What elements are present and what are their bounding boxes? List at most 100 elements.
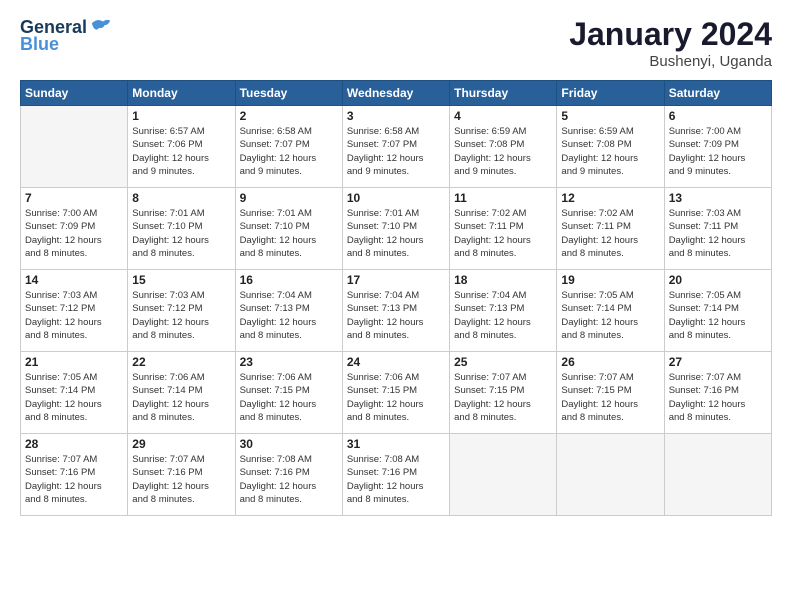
table-row: 24 Sunrise: 7:06 AMSunset: 7:15 PMDayligh… bbox=[342, 352, 449, 434]
day-info: Sunrise: 7:00 AMSunset: 7:09 PMDaylight:… bbox=[25, 207, 123, 260]
day-info: Sunrise: 7:04 AMSunset: 7:13 PMDaylight:… bbox=[240, 289, 338, 342]
table-row: 9Sunrise: 7:01 AMSunset: 7:10 PMDaylight… bbox=[235, 188, 342, 270]
table-row: 13Sunrise: 7:03 AMSunset: 7:11 PMDayligh… bbox=[664, 188, 771, 270]
table-row: 6 Sunrise: 7:00 AMSunset: 7:09 PMDaylight… bbox=[664, 106, 771, 188]
table-row: 31 Sunrise: 7:08 AMSunset: 7:16 PMDayligh… bbox=[342, 434, 449, 516]
day-number: 21 bbox=[25, 355, 123, 369]
col-friday: Friday bbox=[557, 81, 664, 106]
day-info: Sunrise: 7:08 AMSunset: 7:16 PMDaylight:… bbox=[347, 453, 445, 506]
day-info: Sunrise: 7:07 AMSunset: 7:16 PMDaylight:… bbox=[25, 453, 123, 506]
day-number: 2 bbox=[240, 109, 338, 123]
day-number: 3 bbox=[347, 109, 445, 123]
calendar-table: Sunday Monday Tuesday Wednesday Thursday… bbox=[20, 80, 772, 516]
day-number: 30 bbox=[240, 437, 338, 451]
table-row: 15 Sunrise: 7:03 AMSunset: 7:12 PMDayligh… bbox=[128, 270, 235, 352]
day-number: 20 bbox=[669, 273, 767, 287]
day-number: 4 bbox=[454, 109, 552, 123]
day-info: Sunrise: 7:03 AMSunset: 7:12 PMDaylight:… bbox=[25, 289, 123, 342]
table-row: 12 Sunrise: 7:02 AMSunset: 7:11 PMDayligh… bbox=[557, 188, 664, 270]
day-info: Sunrise: 6:58 AMSunset: 7:07 PMDaylight:… bbox=[240, 125, 338, 178]
table-row: 16 Sunrise: 7:04 AMSunset: 7:13 PMDayligh… bbox=[235, 270, 342, 352]
table-row: 25 Sunrise: 7:07 AMSunset: 7:15 PMDayligh… bbox=[450, 352, 557, 434]
day-info: Sunrise: 7:08 AMSunset: 7:16 PMDaylight:… bbox=[240, 453, 338, 506]
title-month: January 2024 bbox=[569, 16, 772, 53]
day-info: Sunrise: 7:02 AMSunset: 7:11 PMDaylight:… bbox=[561, 207, 659, 260]
day-number: 1 bbox=[132, 109, 230, 123]
day-info: Sunrise: 7:07 AMSunset: 7:15 PMDaylight:… bbox=[561, 371, 659, 424]
day-number: 16 bbox=[240, 273, 338, 287]
day-info: Sunrise: 7:02 AMSunset: 7:11 PMDaylight:… bbox=[454, 207, 552, 260]
day-info: Sunrise: 7:07 AMSunset: 7:15 PMDaylight:… bbox=[454, 371, 552, 424]
title-block: January 2024 Bushenyi, Uganda bbox=[569, 16, 772, 70]
table-row: 4 Sunrise: 6:59 AMSunset: 7:08 PMDaylight… bbox=[450, 106, 557, 188]
col-wednesday: Wednesday bbox=[342, 81, 449, 106]
title-location: Bushenyi, Uganda bbox=[569, 53, 772, 70]
table-row: 19Sunrise: 7:05 AMSunset: 7:14 PMDayligh… bbox=[557, 270, 664, 352]
col-saturday: Saturday bbox=[664, 81, 771, 106]
header: General Blue January 2024 Bushenyi, Ugan… bbox=[20, 16, 772, 70]
day-number: 8 bbox=[132, 191, 230, 205]
day-number: 27 bbox=[669, 355, 767, 369]
day-info: Sunrise: 6:57 AMSunset: 7:06 PMDaylight:… bbox=[132, 125, 230, 178]
table-row: 14 Sunrise: 7:03 AMSunset: 7:12 PMDayligh… bbox=[21, 270, 128, 352]
logo-blue-text: Blue bbox=[20, 34, 59, 55]
table-row: 26 Sunrise: 7:07 AMSunset: 7:15 PMDayligh… bbox=[557, 352, 664, 434]
day-number: 15 bbox=[132, 273, 230, 287]
col-thursday: Thursday bbox=[450, 81, 557, 106]
day-number: 12 bbox=[561, 191, 659, 205]
table-row bbox=[557, 434, 664, 516]
table-row: 5Sunrise: 6:59 AMSunset: 7:08 PMDaylight… bbox=[557, 106, 664, 188]
day-info: Sunrise: 6:59 AMSunset: 7:08 PMDaylight:… bbox=[561, 125, 659, 178]
table-row: 27 Sunrise: 7:07 AMSunset: 7:16 PMDayligh… bbox=[664, 352, 771, 434]
day-info: Sunrise: 7:01 AMSunset: 7:10 PMDaylight:… bbox=[347, 207, 445, 260]
day-number: 7 bbox=[25, 191, 123, 205]
table-row: 8Sunrise: 7:01 AMSunset: 7:10 PMDaylight… bbox=[128, 188, 235, 270]
page: General Blue January 2024 Bushenyi, Ugan… bbox=[0, 0, 792, 612]
table-row: 21 Sunrise: 7:05 AMSunset: 7:14 PMDayligh… bbox=[21, 352, 128, 434]
day-number: 24 bbox=[347, 355, 445, 369]
day-info: Sunrise: 7:03 AMSunset: 7:12 PMDaylight:… bbox=[132, 289, 230, 342]
day-number: 25 bbox=[454, 355, 552, 369]
day-info: Sunrise: 7:06 AMSunset: 7:15 PMDaylight:… bbox=[347, 371, 445, 424]
table-row: 10 Sunrise: 7:01 AMSunset: 7:10 PMDayligh… bbox=[342, 188, 449, 270]
day-info: Sunrise: 7:04 AMSunset: 7:13 PMDaylight:… bbox=[347, 289, 445, 342]
day-info: Sunrise: 6:59 AMSunset: 7:08 PMDaylight:… bbox=[454, 125, 552, 178]
day-number: 18 bbox=[454, 273, 552, 287]
day-number: 23 bbox=[240, 355, 338, 369]
day-number: 11 bbox=[454, 191, 552, 205]
day-number: 6 bbox=[669, 109, 767, 123]
day-info: Sunrise: 7:07 AMSunset: 7:16 PMDaylight:… bbox=[132, 453, 230, 506]
table-row: 28 Sunrise: 7:07 AMSunset: 7:16 PMDayligh… bbox=[21, 434, 128, 516]
col-monday: Monday bbox=[128, 81, 235, 106]
table-row: 1 Sunrise: 6:57 AMSunset: 7:06 PMDaylight… bbox=[128, 106, 235, 188]
table-row: 7 Sunrise: 7:00 AMSunset: 7:09 PMDaylight… bbox=[21, 188, 128, 270]
table-row: 20Sunrise: 7:05 AMSunset: 7:14 PMDayligh… bbox=[664, 270, 771, 352]
table-row: 3 Sunrise: 6:58 AMSunset: 7:07 PMDaylight… bbox=[342, 106, 449, 188]
logo-bird-icon bbox=[90, 16, 112, 38]
table-row bbox=[664, 434, 771, 516]
day-info: Sunrise: 6:58 AMSunset: 7:07 PMDaylight:… bbox=[347, 125, 445, 178]
day-info: Sunrise: 7:03 AMSunset: 7:11 PMDaylight:… bbox=[669, 207, 767, 260]
table-row bbox=[450, 434, 557, 516]
day-info: Sunrise: 7:01 AMSunset: 7:10 PMDaylight:… bbox=[240, 207, 338, 260]
day-info: Sunrise: 7:06 AMSunset: 7:14 PMDaylight:… bbox=[132, 371, 230, 424]
day-number: 22 bbox=[132, 355, 230, 369]
day-number: 31 bbox=[347, 437, 445, 451]
day-info: Sunrise: 7:04 AMSunset: 7:13 PMDaylight:… bbox=[454, 289, 552, 342]
table-row: 17 Sunrise: 7:04 AMSunset: 7:13 PMDayligh… bbox=[342, 270, 449, 352]
day-number: 29 bbox=[132, 437, 230, 451]
day-number: 14 bbox=[25, 273, 123, 287]
day-number: 26 bbox=[561, 355, 659, 369]
day-info: Sunrise: 7:06 AMSunset: 7:15 PMDaylight:… bbox=[240, 371, 338, 424]
day-info: Sunrise: 7:00 AMSunset: 7:09 PMDaylight:… bbox=[669, 125, 767, 178]
table-row: 29 Sunrise: 7:07 AMSunset: 7:16 PMDayligh… bbox=[128, 434, 235, 516]
day-info: Sunrise: 7:07 AMSunset: 7:16 PMDaylight:… bbox=[669, 371, 767, 424]
day-number: 10 bbox=[347, 191, 445, 205]
day-number: 17 bbox=[347, 273, 445, 287]
table-row: 22 Sunrise: 7:06 AMSunset: 7:14 PMDayligh… bbox=[128, 352, 235, 434]
day-info: Sunrise: 7:05 AMSunset: 7:14 PMDaylight:… bbox=[25, 371, 123, 424]
day-number: 28 bbox=[25, 437, 123, 451]
table-row: 23 Sunrise: 7:06 AMSunset: 7:15 PMDayligh… bbox=[235, 352, 342, 434]
logo: General Blue bbox=[20, 16, 112, 55]
day-number: 19 bbox=[561, 273, 659, 287]
